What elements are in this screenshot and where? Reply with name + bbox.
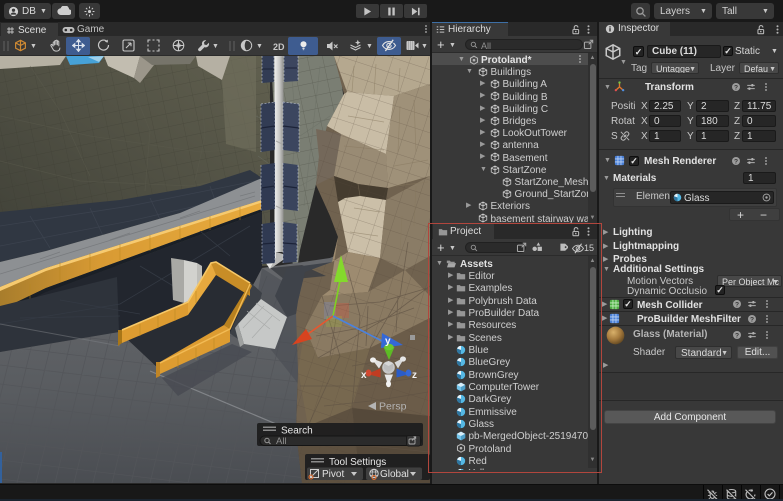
svg-text:Persp: Persp xyxy=(379,401,407,413)
svg-text:All: All xyxy=(276,436,287,447)
svg-text:Pivot: Pivot xyxy=(322,469,344,480)
svg-text:Tool Settings: Tool Settings xyxy=(329,457,386,468)
svg-text:y: y xyxy=(385,336,391,347)
svg-text:x: x xyxy=(361,370,367,381)
svg-text:Search: Search xyxy=(281,426,313,437)
svg-text:z: z xyxy=(412,370,417,381)
svg-text:Global: Global xyxy=(380,469,409,480)
